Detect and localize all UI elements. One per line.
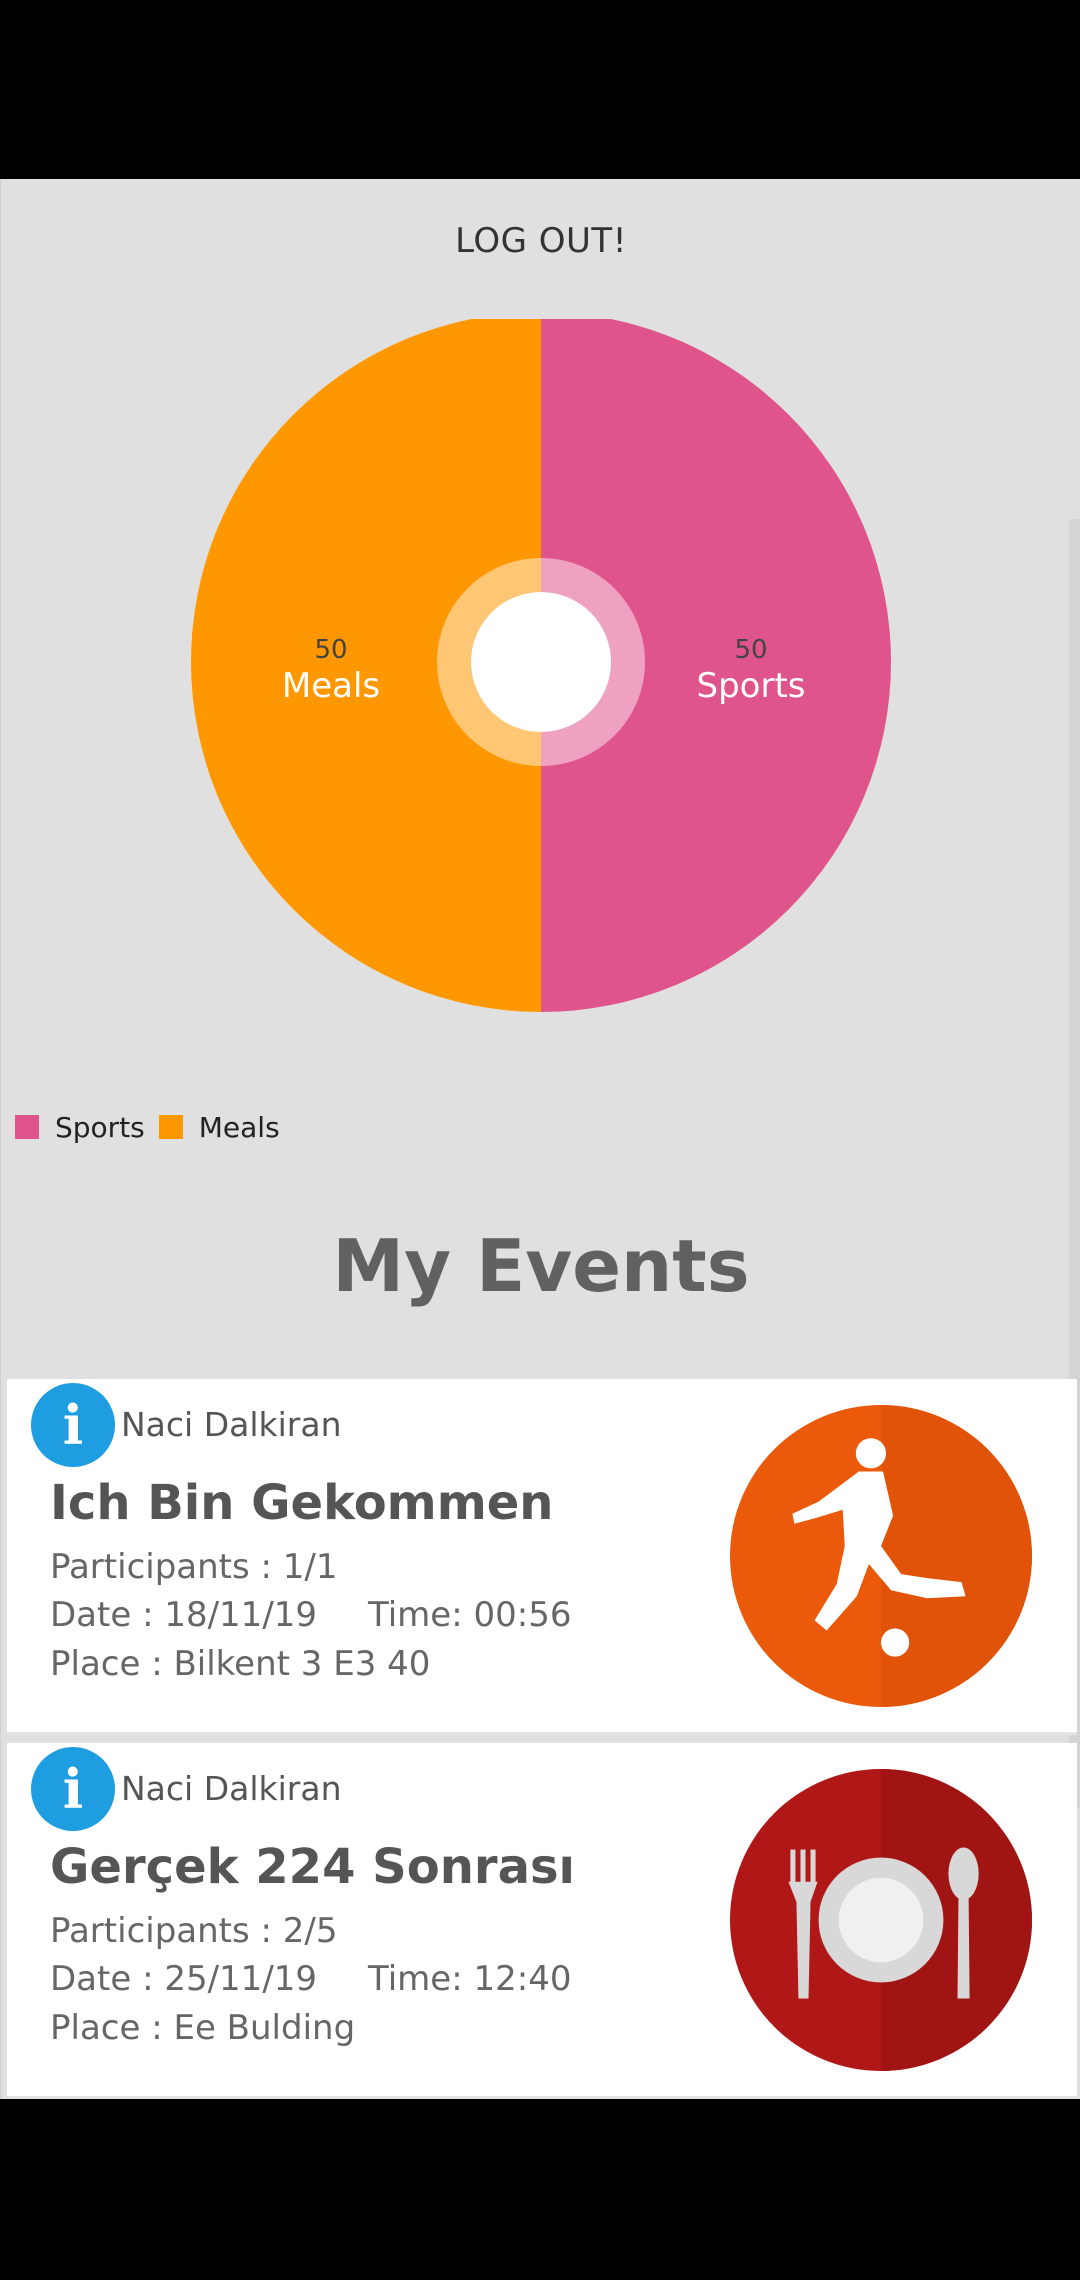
event-card[interactable]: i Naci Dalkiran Ich Bin Gekommen Partici… [7,1379,1077,1735]
pie-value-label-meals: 50 [314,635,347,665]
event-title: Gerçek 224 Sonrası [50,1839,575,1895]
info-icon[interactable]: i [31,1747,115,1831]
pie-category-label-meals: Meals [282,666,380,706]
event-place: Place : Ee Bulding [50,2008,356,2048]
event-participants: Participants : 1/1 [50,1547,338,1587]
app-screen: LOG OUT! 50 Sports 50 Meals Sports Meals My… [0,179,1080,2099]
plate-fork-spoon-icon [730,1769,1032,2071]
legend-swatch-meals [158,1115,183,1139]
event-time: Time: 00:56 [368,1595,572,1635]
legend-label-sports: Sports [55,1110,145,1144]
event-place: Place : Bilkent 3 E3 40 [50,1644,431,1684]
legend-swatch-sports [15,1115,39,1139]
event-participants: Participants : 2/5 [50,1911,338,1951]
event-organizer: Naci Dalkiran [121,1405,342,1444]
event-date: Date : 18/11/19 [50,1595,318,1635]
event-title: Ich Bin Gekommen [50,1475,554,1531]
legend-entry-sports: Sports [15,1111,145,1144]
event-card[interactable]: i Naci Dalkiran Gerçek 224 Sonrası Parti… [7,1743,1077,2099]
legend-entry-meals: Meals [158,1110,280,1144]
event-date-time: Date : 18/11/19 Time: 00:56 [50,1595,571,1635]
logout-button[interactable]: LOG OUT! [1,221,1080,261]
pie-value-label-sports: 50 [734,635,767,665]
event-organizer: Naci Dalkiran [121,1769,342,1808]
info-icon[interactable]: i [31,1383,115,1467]
pie-chart: 50Sports50Meals [191,319,891,1012]
legend-label-meals: Meals [198,1110,280,1144]
event-time: Time: 12:40 [368,1959,572,1999]
event-date-time: Date : 25/11/19 Time: 12:40 [50,1959,571,1999]
chart-legend: Sports Meals [15,1107,294,1147]
soccer-player-icon [730,1405,1032,1707]
my-events-title: My Events [332,1224,750,1308]
pie-category-label-sports: Sports [697,666,806,706]
pie-center-hole [471,592,611,732]
event-date: Date : 25/11/19 [50,1959,318,1999]
